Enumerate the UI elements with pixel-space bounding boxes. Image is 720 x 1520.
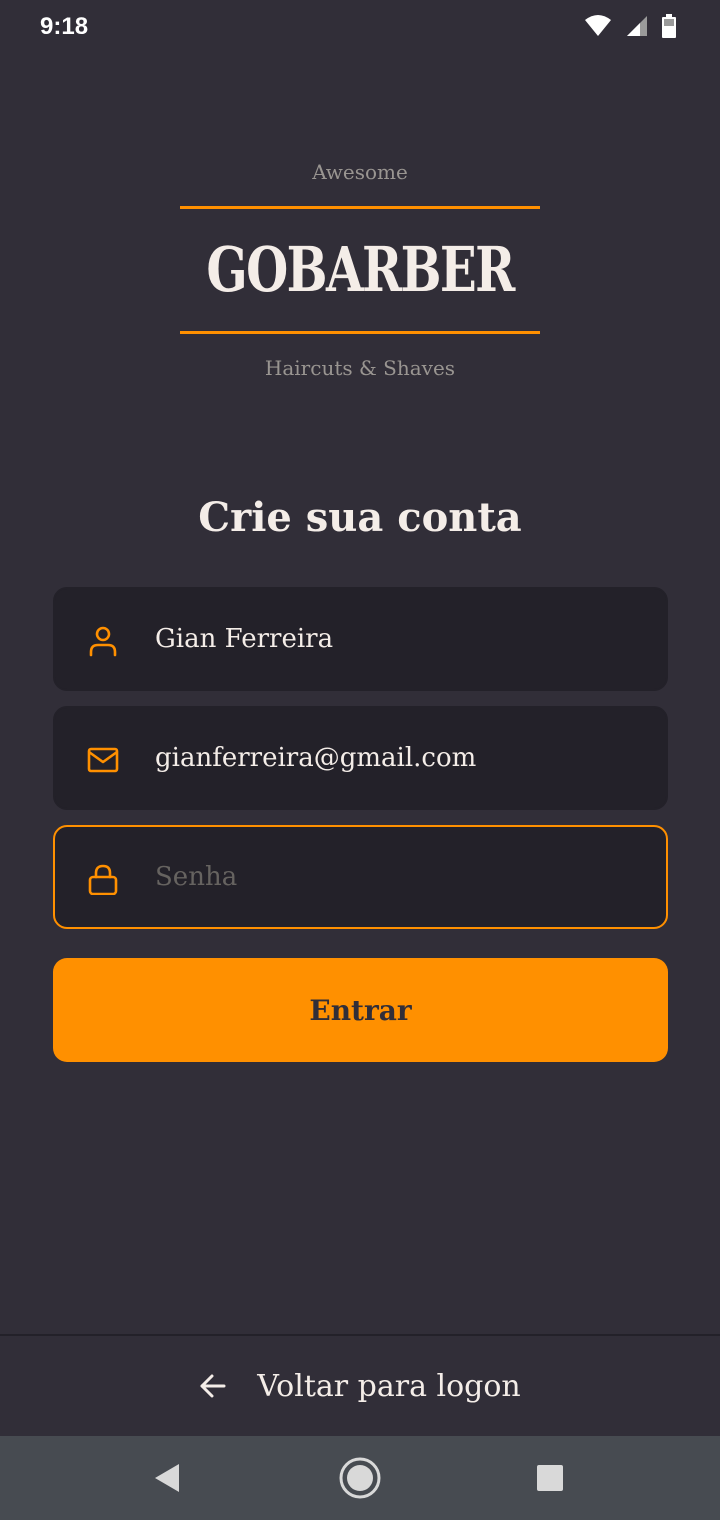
lock-icon (87, 863, 119, 896)
user-icon (87, 625, 119, 657)
logo-top-line (180, 206, 540, 209)
logo-wordmark: GOBARBER (206, 233, 515, 306)
wifi-icon (584, 14, 612, 38)
system-nav-bar (0, 1436, 720, 1520)
logo-name-row: GOBARBER (180, 230, 540, 310)
email-field[interactable] (53, 706, 668, 810)
signal-icon (626, 15, 648, 37)
logo-bottom-text: Haircuts & Shaves (264, 356, 456, 380)
status-time: 9:18 (40, 13, 89, 40)
mail-icon (87, 744, 119, 776)
page-title: Crie sua conta (198, 494, 522, 541)
submit-button[interactable]: Entrar (53, 958, 668, 1062)
nav-back-icon[interactable] (145, 1456, 189, 1500)
nav-home-icon[interactable] (338, 1456, 382, 1500)
battery-icon (662, 14, 676, 38)
status-bar: 9:18 (0, 0, 720, 56)
password-field[interactable] (53, 825, 668, 929)
back-link-label: Voltar para logon (257, 1368, 521, 1404)
logo-bottom-line (180, 331, 540, 334)
status-icons (584, 14, 676, 38)
password-input[interactable] (155, 827, 645, 927)
name-field[interactable] (53, 587, 668, 691)
logo-top-text: Awesome (312, 160, 408, 184)
email-input[interactable] (155, 708, 645, 808)
name-input[interactable] (155, 589, 645, 689)
arrow-left-icon (199, 1372, 227, 1400)
back-to-logon-link[interactable]: Voltar para logon (0, 1336, 720, 1436)
gobarber-logo: Awesome GOBARBER Haircuts & Shaves (180, 158, 540, 388)
nav-recent-icon[interactable] (528, 1456, 572, 1500)
